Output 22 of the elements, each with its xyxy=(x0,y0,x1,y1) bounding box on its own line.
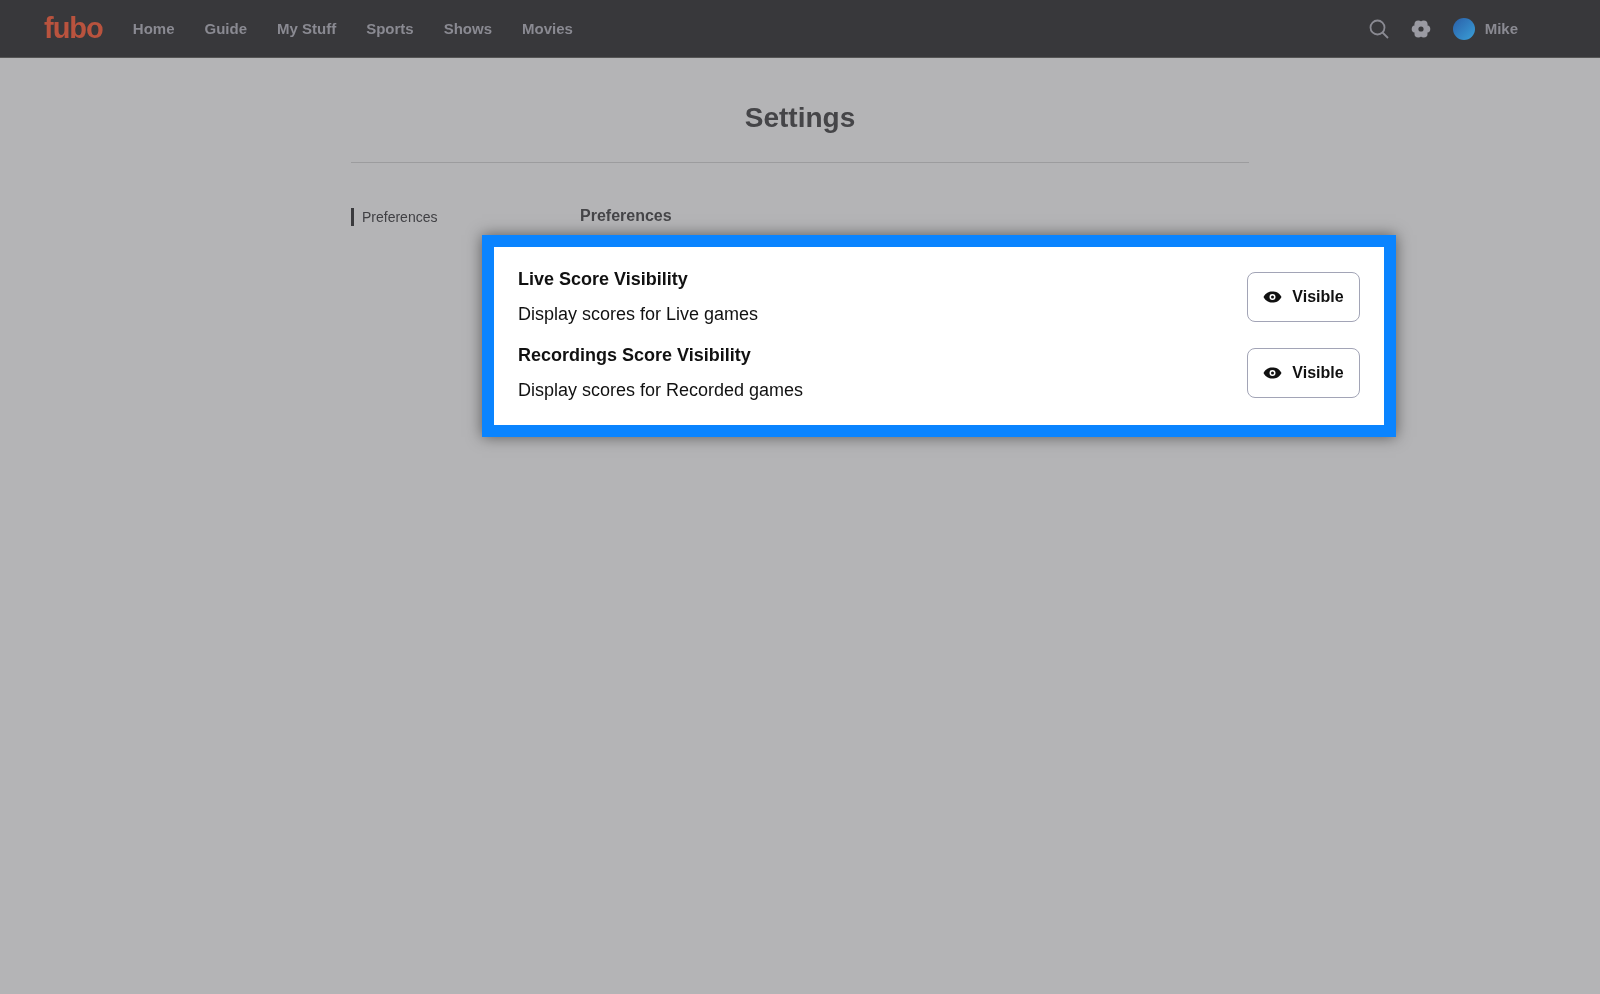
nav-link[interactable]: Shows xyxy=(443,20,493,37)
eye-icon xyxy=(1263,291,1283,303)
sidebar-item[interactable]: Preferences xyxy=(351,208,438,226)
nav-link[interactable]: Guide xyxy=(204,20,247,37)
nav-link[interactable]: Home xyxy=(132,20,175,37)
setting-title: Live Score Visibility xyxy=(518,269,689,290)
visibility-button[interactable]: Visible xyxy=(1247,348,1360,398)
setting-title: Recordings Score Visibility xyxy=(518,345,752,366)
section-title: Preferences xyxy=(580,207,673,225)
setting-description: Display scores for Recorded games xyxy=(518,380,805,401)
page-title: Settings xyxy=(351,58,1249,163)
nav-link[interactable]: Sports xyxy=(366,20,414,37)
visibility-button[interactable]: Visible xyxy=(1247,272,1360,322)
settings-icon[interactable] xyxy=(1410,18,1431,39)
eye-icon xyxy=(1263,367,1283,379)
avatar[interactable] xyxy=(1452,17,1475,40)
nav-link[interactable]: Movies xyxy=(522,20,573,37)
search-icon[interactable] xyxy=(1368,18,1389,39)
user-name[interactable]: Mike xyxy=(1484,20,1518,37)
setting-description: Display scores for Live games xyxy=(518,304,760,325)
nav-link[interactable]: My Stuff xyxy=(277,20,337,37)
logo[interactable]: fubo xyxy=(44,12,103,45)
